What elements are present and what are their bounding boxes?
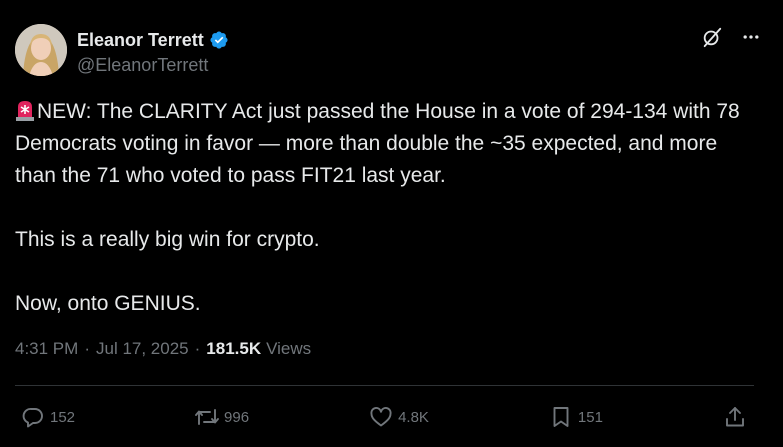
bookmark-button[interactable]: 151 [548,404,603,430]
divider [15,385,754,386]
share-button[interactable] [722,404,748,430]
tweet-date[interactable]: Jul 17, 2025 [96,339,189,359]
tweet-paragraph-1: NEW: The CLARITY Act just passed the Hou… [15,96,753,192]
reply-icon [20,404,46,430]
avatar[interactable] [15,24,67,76]
bookmark-count: 151 [577,408,603,426]
action-bar: 152 996 4.8K 151 [20,402,748,432]
tweet-header: Eleanor Terrett @EleanorTerrett [15,24,765,78]
tweet-paragraph-3: Now, onto GENIUS. [15,292,201,315]
meta-separator-2: · [194,339,201,358]
like-count: 4.8K [398,408,429,426]
share-icon [722,404,748,430]
repost-count: 996 [224,408,250,426]
siren-icon [15,99,35,121]
repost-button[interactable]: 996 [194,404,249,430]
repost-icon [194,404,220,430]
verified-badge-icon[interactable] [209,30,229,50]
display-name[interactable]: Eleanor Terrett [77,30,204,51]
tweet-paragraph-1-text: NEW: The CLARITY Act just passed the Hou… [15,100,740,187]
reply-count: 152 [50,408,76,426]
meta-separator: · [84,339,90,358]
tweet-meta: 4:31 PM · Jul 17, 2025 · 181.5K Views [15,339,311,359]
tweet-paragraph-2: This is a really big win for crypto. [15,228,320,251]
tweet: Eleanor Terrett @EleanorTerrett NEW: The… [0,0,783,447]
like-button[interactable]: 4.8K [368,404,429,430]
grok-icon[interactable] [701,26,723,48]
tweet-time[interactable]: 4:31 PM [15,339,78,359]
reply-button[interactable]: 152 [20,404,75,430]
bookmark-icon [548,404,574,430]
handle[interactable]: @EleanorTerrett [77,55,229,76]
views-label: Views [266,339,312,358]
author-names: Eleanor Terrett @EleanorTerrett [77,28,229,76]
like-icon [368,404,394,430]
top-actions [701,26,761,48]
more-icon[interactable] [741,27,761,47]
tweet-text: NEW: The CLARITY Act just passed the Hou… [15,96,753,320]
views-count[interactable]: 181.5K [206,339,261,359]
